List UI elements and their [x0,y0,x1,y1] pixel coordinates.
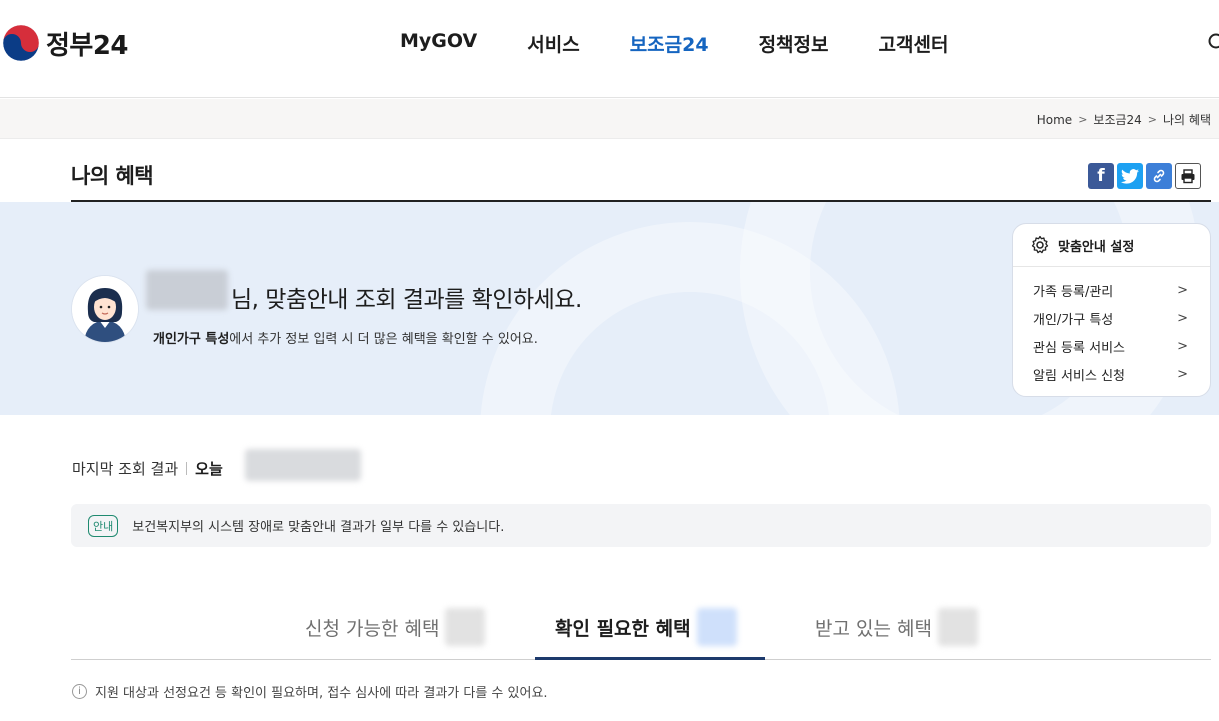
link-icon[interactable] [1146,163,1172,189]
breadcrumb-my-benefits[interactable]: 나의 혜택 [1163,111,1211,128]
tab-info: i 지원 대상과 선정요건 등 확인이 필요하며, 접수 심사에 따라 결과가 … [72,682,548,701]
nav-subsidy24[interactable]: 보조금24 [630,30,709,57]
active-tab-indicator [535,657,765,660]
tab-label: 신청 가능한 혜택 [305,617,440,640]
chevron-right-icon: > [1177,310,1188,326]
settings-item-label: 관심 등록 서비스 [1033,340,1125,356]
last-lookup-today: 오늘 [195,460,223,478]
tab-label: 확인 필요한 혜택 [555,617,691,640]
site-header: 정부24 MyGOV 서비스 보조금24 정책정보 고객센터 [0,0,1219,98]
nav-services[interactable]: 서비스 [527,30,579,57]
tab-count-redacted [937,608,978,646]
chevron-right-icon: > [1078,113,1088,126]
chevron-right-icon: > [1177,338,1188,354]
notice-badge: 안내 [88,514,119,537]
main-nav: MyGOV 서비스 보조금24 정책정보 고객센터 [400,30,998,57]
notice-text: 보건복지부의 시스템 장애로 맞춤안내 결과가 일부 다를 수 있습니다. [132,520,505,535]
chevron-right-icon: > [1177,366,1188,382]
breadcrumb-home[interactable]: Home [1037,113,1072,127]
tab-receiving[interactable]: 받고 있는 혜택 [815,594,978,660]
banner-subtext-rest: 에서 추가 정보 입력 시 더 많은 혜택을 확인할 수 있어요. [229,332,538,347]
info-text: 지원 대상과 선정요건 등 확인이 필요하며, 접수 심사에 따라 결과가 다를… [95,686,548,701]
settings-item-alerts[interactable]: 알림 서비스 신청 > [1013,360,1210,388]
tab-count-redacted [445,608,486,646]
tab-label: 받고 있는 혜택 [815,617,932,640]
settings-item-label: 가족 등록/관리 [1033,284,1114,300]
settings-header[interactable]: 맞춤안내 설정 [1013,224,1210,267]
personalized-banner: 님, 맞춤안내 조회 결과를 확인하세요. 개인가구 특성에서 추가 정보 입력… [0,202,1219,415]
divider [186,462,188,475]
tab-needs-check[interactable]: 확인 필요한 혜택 [555,594,737,660]
chevron-right-icon: > [1147,113,1158,126]
page-title: 나의 혜택 [71,164,154,188]
print-icon[interactable] [1175,163,1201,189]
avatar [72,276,138,342]
tab-count-redacted [696,608,737,646]
last-lookup-label: 마지막 조회 결과 [72,460,179,478]
settings-item-label: 개인/가구 특성 [1033,312,1114,328]
banner-subtext: 개인가구 특성에서 추가 정보 입력 시 더 많은 혜택을 확인할 수 있어요. [153,328,538,347]
settings-list: 가족 등록/관리 > 개인/가구 특성 > 관심 등록 서비스 > 알림 서비스… [1013,267,1210,388]
household-traits-link[interactable]: 개인가구 특성 [153,332,229,347]
breadcrumb: Home > 보조금24 > 나의 혜택 [1037,111,1211,128]
notice-box: 안내 보건복지부의 시스템 장애로 맞춤안내 결과가 일부 다를 수 있습니다. [71,504,1211,547]
search-icon[interactable] [1207,32,1219,52]
benefit-tabs: 신청 가능한 혜택 확인 필요한 혜택 받고 있는 혜택 [71,594,1211,660]
chevron-right-icon: > [1177,282,1188,298]
gear-icon [1031,235,1049,254]
settings-item-label: 알림 서비스 신청 [1033,368,1125,384]
tab-available[interactable]: 신청 가능한 혜택 [305,594,486,660]
site-logo[interactable]: 정부24 [2,24,129,62]
facebook-icon[interactable]: f [1088,163,1114,189]
nav-mygov[interactable]: MyGOV [400,30,477,57]
twitter-icon[interactable] [1117,163,1143,189]
taegeuk-logo-icon [2,24,40,62]
avatar-icon [72,276,138,342]
logo-text: 정부24 [46,30,129,61]
user-name-redacted [146,270,228,310]
custom-settings-panel: 맞춤안내 설정 가족 등록/관리 > 개인/가구 특성 > 관심 등록 서비스 … [1012,223,1211,397]
settings-title: 맞춤안내 설정 [1058,239,1135,255]
greeting-text: 님, 맞춤안내 조회 결과를 확인하세요. [231,287,582,313]
last-lookup: 마지막 조회 결과 오늘 [72,458,223,479]
settings-item-household[interactable]: 개인/가구 특성 > [1013,304,1210,332]
info-icon: i [72,684,87,699]
lookup-date-redacted [245,449,361,481]
nav-policy-info[interactable]: 정책정보 [759,30,829,57]
breadcrumb-bar: Home > 보조금24 > 나의 혜택 [0,99,1219,139]
settings-item-family[interactable]: 가족 등록/관리 > [1013,276,1210,304]
breadcrumb-subsidy24[interactable]: 보조금24 [1093,111,1141,128]
share-toolbar: f [1088,163,1201,189]
settings-item-interest[interactable]: 관심 등록 서비스 > [1013,332,1210,360]
nav-customer-center[interactable]: 고객센터 [879,30,949,57]
